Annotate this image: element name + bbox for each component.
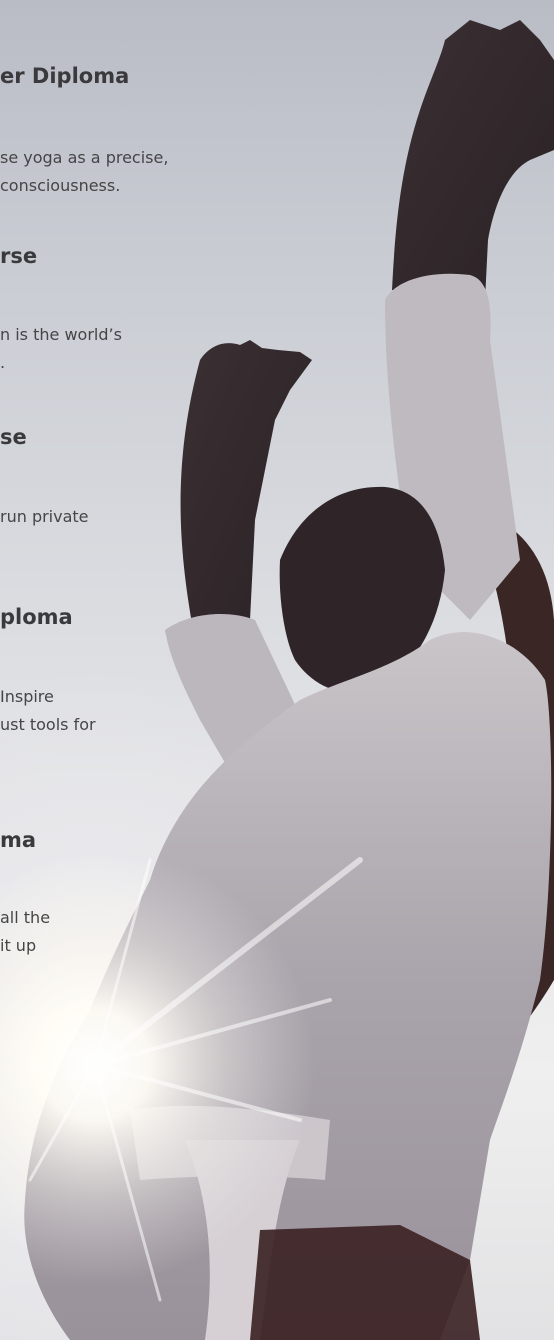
description-line: se yoga as a precise, [0, 148, 169, 167]
course-description: run private [0, 503, 89, 531]
description-line: it up [0, 936, 37, 955]
course-list: er Diploma se yoga as a precise, conscio… [0, 0, 554, 1340]
course-description: n is the world’s . [0, 321, 122, 377]
description-line: Inspire [0, 687, 54, 706]
description-line: run private [0, 507, 89, 526]
course-description: se yoga as a precise, consciousness. [0, 144, 168, 200]
course-heading: se [0, 425, 27, 449]
course-heading: er Diploma [0, 64, 130, 88]
description-line: ust tools for [0, 715, 96, 734]
course-description: all the it up [0, 904, 50, 960]
description-line: n is the world’s [0, 325, 122, 344]
course-heading: rse [0, 244, 38, 268]
course-description: Inspire ust tools for [0, 683, 96, 739]
description-line: all the [0, 908, 51, 927]
course-heading: ma [0, 828, 37, 852]
description-line: consciousness. [0, 176, 121, 195]
course-heading: ploma [0, 605, 73, 629]
description-line: . [0, 353, 6, 372]
